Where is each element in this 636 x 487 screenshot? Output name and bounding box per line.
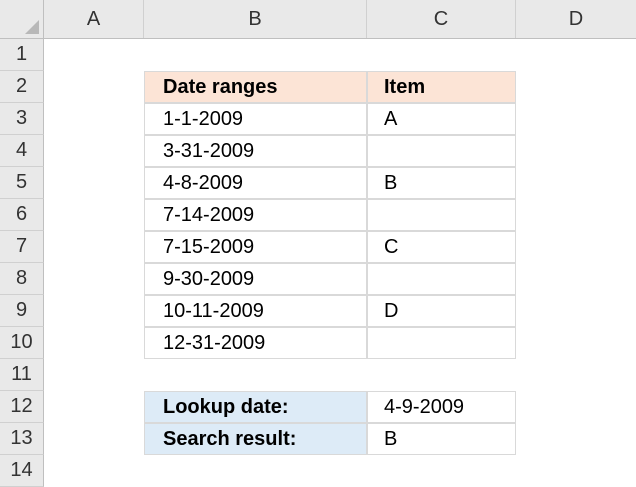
- row-header-10[interactable]: 10: [0, 327, 44, 359]
- row-header-8[interactable]: 8: [0, 263, 44, 295]
- row-header-2[interactable]: 2: [0, 71, 44, 103]
- cell-b8[interactable]: 9-30-2009: [144, 263, 367, 295]
- row-header-6[interactable]: 6: [0, 199, 44, 231]
- column-header-b[interactable]: B: [144, 0, 367, 38]
- cell-b12-lookup-date-label[interactable]: Lookup date:: [144, 391, 367, 423]
- row-header-1[interactable]: 1: [0, 39, 44, 71]
- select-all-icon: [25, 20, 39, 34]
- column-header-d[interactable]: D: [516, 0, 636, 38]
- cell-c6[interactable]: [367, 199, 516, 231]
- row-header-14[interactable]: 14: [0, 455, 44, 487]
- cell-b9[interactable]: 10-11-2009: [144, 295, 367, 327]
- row-header-13[interactable]: 13: [0, 423, 44, 455]
- cell-c8[interactable]: [367, 263, 516, 295]
- cell-c3[interactable]: A: [367, 103, 516, 135]
- row-header-4[interactable]: 4: [0, 135, 44, 167]
- cell-b6[interactable]: 7-14-2009: [144, 199, 367, 231]
- column-header-bar: A B C D: [0, 0, 636, 39]
- cell-b2-date-ranges-header[interactable]: Date ranges: [144, 71, 367, 103]
- cell-c4[interactable]: [367, 135, 516, 167]
- cell-c5[interactable]: B: [367, 167, 516, 199]
- cell-b4[interactable]: 3-31-2009: [144, 135, 367, 167]
- cell-b3[interactable]: 1-1-2009: [144, 103, 367, 135]
- cell-c2-item-header[interactable]: Item: [367, 71, 516, 103]
- cell-c13-search-result-value[interactable]: B: [367, 423, 516, 455]
- cell-c10[interactable]: [367, 327, 516, 359]
- column-header-a[interactable]: A: [44, 0, 144, 38]
- cell-b7[interactable]: 7-15-2009: [144, 231, 367, 263]
- cell-c12-lookup-date-value[interactable]: 4-9-2009: [367, 391, 516, 423]
- row-header-5[interactable]: 5: [0, 167, 44, 199]
- row-header-7[interactable]: 7: [0, 231, 44, 263]
- row-header-9[interactable]: 9: [0, 295, 44, 327]
- cell-b13-search-result-label[interactable]: Search result:: [144, 423, 367, 455]
- cell-c7[interactable]: C: [367, 231, 516, 263]
- select-all-corner[interactable]: [0, 0, 44, 38]
- column-header-c[interactable]: C: [367, 0, 516, 38]
- row-header-11[interactable]: 11: [0, 359, 44, 391]
- cell-b5[interactable]: 4-8-2009: [144, 167, 367, 199]
- row-header-3[interactable]: 3: [0, 103, 44, 135]
- cell-b10[interactable]: 12-31-2009: [144, 327, 367, 359]
- cell-c9[interactable]: D: [367, 295, 516, 327]
- row-header-12[interactable]: 12: [0, 391, 44, 423]
- spreadsheet-grid: A B C D 1 2 3 4 5 6 7 8 9 10 11 12 13 14…: [0, 0, 636, 487]
